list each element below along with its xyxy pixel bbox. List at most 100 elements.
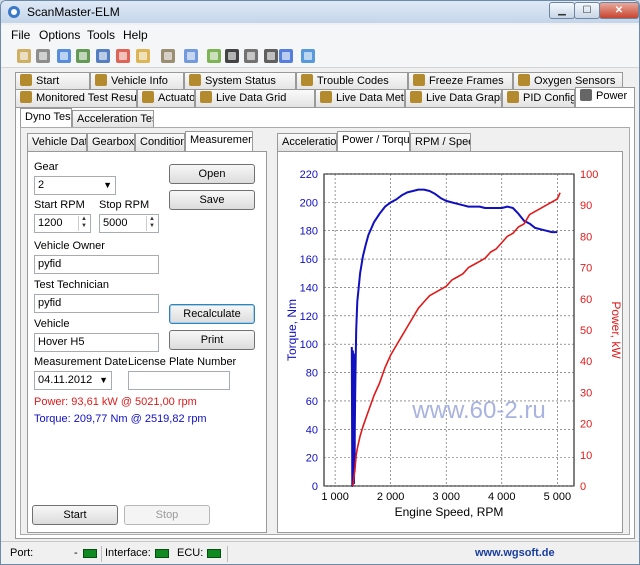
connect-icon[interactable] bbox=[15, 47, 33, 65]
tab-gearbox[interactable]: Gearbox bbox=[87, 133, 135, 151]
filter-icon[interactable] bbox=[242, 47, 260, 65]
tab-pid-config[interactable]: PID Config bbox=[502, 89, 575, 107]
y-right-tick-label: 90 bbox=[580, 200, 592, 212]
graph-icon bbox=[410, 91, 422, 103]
ecu-status-icon bbox=[207, 549, 221, 558]
open-icon[interactable] bbox=[55, 47, 73, 65]
tab-trouble-codes[interactable]: Trouble Codes bbox=[296, 72, 408, 90]
minimize-icon: ▁ bbox=[558, 5, 566, 16]
chart-icon[interactable] bbox=[114, 47, 132, 65]
title-bar[interactable]: ScanMaster-ELM ▁ ☐ ✕ bbox=[1, 1, 639, 23]
tab-label: Monitored Test Results bbox=[36, 92, 137, 104]
y-left-tick-label: 220 bbox=[300, 169, 318, 181]
y-right-tick-label: 40 bbox=[580, 356, 592, 368]
measurement-panel: Gear 2 ▼ Start RPM Stop RPM 1200 ▲ ▼ 5000… bbox=[27, 151, 267, 533]
y-left-tick-label: 140 bbox=[300, 282, 318, 294]
tab-acceleration[interactable]: Acceleration bbox=[277, 133, 337, 151]
y-left-tick-label: 200 bbox=[300, 197, 318, 209]
test-technician-label: Test Technician bbox=[34, 279, 110, 291]
tab-power-torque[interactable]: Power / Torque bbox=[337, 131, 410, 151]
minimize-button[interactable]: ▁ bbox=[549, 2, 575, 19]
ecu-label: ECU: bbox=[177, 547, 204, 559]
close-button[interactable]: ✕ bbox=[599, 2, 639, 19]
start-button[interactable]: Start bbox=[32, 505, 118, 525]
y-right-axis-label: Power, kW bbox=[609, 301, 622, 359]
tab-live-data-grid[interactable]: Live Data Grid bbox=[195, 89, 315, 107]
app-window: ScanMaster-ELM ▁ ☐ ✕ File Options Tools … bbox=[0, 0, 640, 565]
tab-measurement[interactable]: Measurement bbox=[185, 131, 253, 151]
status-bar: Port: - Interface: ECU: www.wgsoft.de bbox=[1, 541, 639, 564]
spinner-icon[interactable]: ▲ ▼ bbox=[78, 216, 89, 231]
clipboard-icon[interactable] bbox=[159, 47, 177, 65]
wgsoft-link[interactable]: www.wgsoft.de bbox=[475, 547, 555, 559]
y-right-tick-label: 60 bbox=[580, 294, 592, 306]
tab-label: Vehicle Data bbox=[32, 136, 86, 148]
save-button[interactable]: Save bbox=[169, 190, 255, 210]
tab-label: Trouble Codes bbox=[317, 75, 389, 87]
tab-label: Gearbox bbox=[92, 136, 135, 148]
tab-system-status[interactable]: System Status bbox=[184, 72, 296, 90]
settings-icon[interactable] bbox=[34, 47, 52, 65]
start-rpm-input[interactable]: 1200 ▲ ▼ bbox=[34, 214, 91, 233]
stop-rpm-value: 5000 bbox=[103, 217, 128, 229]
tab-monitored-test-results[interactable]: Monitored Test Results bbox=[15, 89, 137, 107]
stop-button[interactable]: Stop bbox=[124, 505, 210, 525]
tab-label: Dyno Test bbox=[25, 111, 72, 123]
chat-icon[interactable] bbox=[182, 47, 200, 65]
tab-label: Acceleration Test bbox=[77, 113, 154, 125]
freeze-icon bbox=[413, 74, 425, 86]
help-icon[interactable] bbox=[299, 47, 317, 65]
tab-vehicle-info[interactable]: Vehicle Info bbox=[90, 72, 184, 90]
spinner-icon[interactable]: ▲ ▼ bbox=[146, 216, 157, 231]
stop-rpm-input[interactable]: 5000 ▲ ▼ bbox=[99, 214, 159, 233]
menu-options[interactable]: Options bbox=[39, 28, 80, 42]
vehicle-owner-value: pyfid bbox=[38, 258, 62, 270]
info-icon bbox=[95, 74, 107, 86]
y-left-tick-label: 100 bbox=[300, 339, 318, 351]
tab-conditions[interactable]: Conditions bbox=[135, 133, 185, 151]
tab-actuator[interactable]: Actuator bbox=[137, 89, 195, 107]
measurement-date-picker[interactable]: 04.11.2012 ▼ bbox=[34, 371, 112, 390]
test-icon bbox=[20, 91, 32, 103]
x-tick-label: 4 000 bbox=[488, 491, 516, 503]
y-left-tick-label: 80 bbox=[306, 368, 318, 380]
tab-label: Live Data Grid bbox=[216, 92, 287, 104]
tab-dyno-test[interactable]: Dyno Test bbox=[20, 108, 72, 128]
menu-file[interactable]: File bbox=[11, 28, 30, 42]
tab-power[interactable]: Power bbox=[575, 87, 635, 107]
maximize-button[interactable]: ☐ bbox=[574, 2, 600, 19]
grid-icon[interactable] bbox=[74, 47, 92, 65]
menu-help[interactable]: Help bbox=[123, 28, 148, 42]
tab-acceleration-test[interactable]: Acceleration Test bbox=[72, 110, 154, 128]
tab-start[interactable]: Start bbox=[15, 72, 90, 90]
y-right-tick-label: 10 bbox=[580, 450, 592, 462]
print-button[interactable]: Print bbox=[169, 330, 255, 350]
table-icon[interactable] bbox=[94, 47, 112, 65]
gear-select[interactable]: 2 ▼ bbox=[34, 176, 116, 195]
test-technician-input[interactable]: pyfid bbox=[34, 294, 159, 313]
battery-icon[interactable] bbox=[205, 47, 223, 65]
tab-live-data-meter[interactable]: Live Data Meter bbox=[315, 89, 405, 107]
tab-freeze-frames[interactable]: Freeze Frames bbox=[408, 72, 513, 90]
tab-live-data-graph[interactable]: Live Data Graph bbox=[405, 89, 502, 107]
app-icon bbox=[8, 6, 20, 18]
vehicle-owner-input[interactable]: pyfid bbox=[34, 255, 159, 274]
tab-vehicle-data[interactable]: Vehicle Data bbox=[27, 133, 87, 151]
license-plate-input[interactable] bbox=[128, 371, 230, 390]
power-icon bbox=[580, 89, 592, 101]
y-right-tick-label: 20 bbox=[580, 419, 592, 431]
tab-label: RPM / Speed bbox=[415, 136, 470, 148]
actuator-icon bbox=[142, 91, 154, 103]
vehicle-input[interactable]: Hover H5 bbox=[34, 333, 159, 352]
y-right-tick-label: 80 bbox=[580, 231, 592, 243]
start-rpm-label: Start RPM bbox=[34, 199, 85, 211]
recalculate-button[interactable]: Recalculate bbox=[169, 304, 255, 324]
terminal-icon[interactable] bbox=[223, 47, 241, 65]
menu-tools[interactable]: Tools bbox=[87, 28, 115, 42]
dollar-icon[interactable] bbox=[134, 47, 152, 65]
tab-rpm-speed[interactable]: RPM / Speed bbox=[410, 133, 471, 151]
y-left-tick-label: 60 bbox=[306, 396, 318, 408]
power-panel: Dyno Test Acceleration Test Vehicle Data… bbox=[15, 107, 635, 539]
info-icon[interactable] bbox=[277, 47, 295, 65]
open-button[interactable]: Open bbox=[169, 164, 255, 184]
